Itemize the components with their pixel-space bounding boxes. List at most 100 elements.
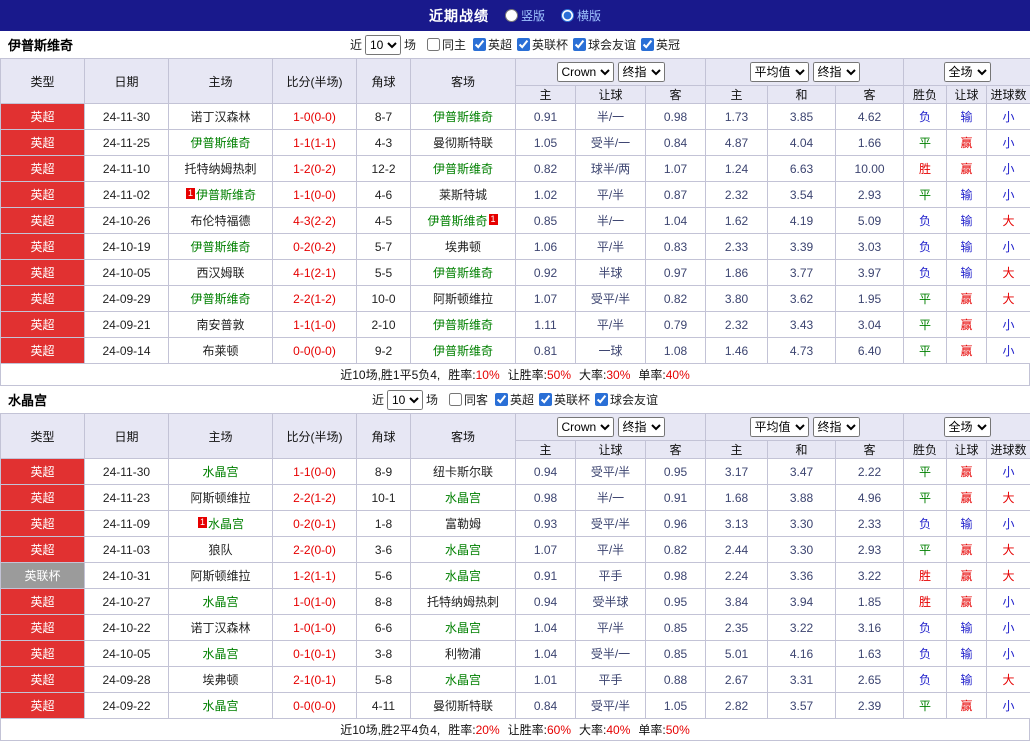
matches-table: 类型 日期 主场 比分(半场) 角球 客场 Crown 终指 平均值 终指 <box>0 413 1030 719</box>
avg-stage-select[interactable]: 终指 <box>813 62 860 82</box>
home-team-name: 阿斯顿维拉 <box>190 491 250 505</box>
league-filter-checkbox[interactable] <box>495 393 508 406</box>
match-row: 英超24-11-10托特纳姆热刺1-2(0-2)12-2伊普斯维奇0.82球半/… <box>1 156 1030 182</box>
odds-handicap: 受半球 <box>576 589 646 615</box>
result-outcome: 负 <box>904 511 947 537</box>
red-card-badge: 1 <box>186 188 195 199</box>
summary-stat-label: 单率: <box>638 368 665 382</box>
avg-stage-select[interactable]: 终指 <box>813 417 860 437</box>
result-outcome: 平 <box>904 537 947 563</box>
home-team-name: 水晶宫 <box>202 699 238 713</box>
score: 2-2(1-2) <box>273 485 357 511</box>
odds-home: 0.91 <box>516 104 576 130</box>
odds-away: 0.98 <box>646 563 706 589</box>
corner-count: 4-11 <box>357 693 411 719</box>
summary-row: 近10场,胜1平5负4, 胜率:10%让胜率:50%大率:30%单率:40% <box>0 364 1030 386</box>
score: 1-1(0-0) <box>273 459 357 485</box>
home-team-cell: 阿斯顿维拉 <box>169 485 273 511</box>
score: 4-1(2-1) <box>273 260 357 286</box>
corner-count: 12-2 <box>357 156 411 182</box>
summary-stat-label: 单率: <box>638 723 665 737</box>
result-goals: 大 <box>987 286 1030 312</box>
match-date: 24-11-23 <box>85 485 169 511</box>
league-filter[interactable]: 球会友谊 <box>595 391 658 408</box>
odds-handicap: 平手 <box>576 667 646 693</box>
same-venue-filter[interactable]: 同客 <box>449 391 488 408</box>
league-filter[interactable]: 英联杯 <box>517 36 568 53</box>
league-filter-checkbox[interactable] <box>517 38 530 51</box>
avg-draw: 3.77 <box>768 260 836 286</box>
team-name: 伊普斯维奇 <box>8 35 73 54</box>
same-venue-filter[interactable]: 同主 <box>427 36 466 53</box>
subcol-handicap-result: 让球 <box>947 441 987 459</box>
avg-home: 1.46 <box>706 338 768 364</box>
avg-draw: 4.04 <box>768 130 836 156</box>
avg-away: 4.62 <box>836 104 904 130</box>
bookmaker-select[interactable]: Crown <box>557 62 614 82</box>
same-venue-checkbox[interactable] <box>449 393 462 406</box>
summary-row: 近10场,胜2平4负4, 胜率:20%让胜率:60%大率:40%单率:50% <box>0 719 1030 741</box>
away-team-name: 伊普斯维奇 <box>433 344 493 358</box>
league-filter[interactable]: 英联杯 <box>539 391 590 408</box>
result-outcome: 负 <box>904 615 947 641</box>
odds-stage-select[interactable]: 终指 <box>618 62 665 82</box>
league-filter[interactable]: 英冠 <box>641 36 680 53</box>
corner-count: 6-6 <box>357 615 411 641</box>
avg-away: 3.22 <box>836 563 904 589</box>
odds-handicap: 平/半 <box>576 234 646 260</box>
league-badge: 英超 <box>1 104 85 130</box>
match-count-select[interactable]: 10 <box>365 35 401 55</box>
away-team-cell: 伊普斯维奇1 <box>411 208 516 234</box>
layout-radio-horizontal[interactable]: 横版 <box>561 7 601 24</box>
league-filter[interactable]: 球会友谊 <box>573 36 636 53</box>
odds-handicap: 受半/一 <box>576 130 646 156</box>
league-filter-checkbox[interactable] <box>473 38 486 51</box>
match-row: 英超24-10-05西汉姆联4-1(2-1)5-5伊普斯维奇0.92半球0.97… <box>1 260 1030 286</box>
layout-radio-vertical-input[interactable] <box>505 9 518 22</box>
odds-home: 1.05 <box>516 130 576 156</box>
away-team-name: 托特纳姆热刺 <box>427 595 499 609</box>
match-date: 24-11-09 <box>85 511 169 537</box>
page-title: 近期战绩 <box>429 6 489 26</box>
score: 0-2(0-2) <box>273 234 357 260</box>
result-goals: 小 <box>987 182 1030 208</box>
result-goals: 小 <box>987 511 1030 537</box>
layout-radio-vertical[interactable]: 竖版 <box>505 7 545 24</box>
scope-select[interactable]: 全场 <box>944 62 991 82</box>
league-filter-checkbox[interactable] <box>595 393 608 406</box>
home-team-name: 水晶宫 <box>202 647 238 661</box>
summary-stat-label: 胜率: <box>448 723 475 737</box>
bookmaker-select[interactable]: Crown <box>557 417 614 437</box>
subcol-crow-home: 主 <box>516 441 576 459</box>
avg-draw: 3.47 <box>768 459 836 485</box>
match-date: 24-11-25 <box>85 130 169 156</box>
away-team-name: 利物浦 <box>445 647 481 661</box>
avg-home: 2.24 <box>706 563 768 589</box>
result-outcome: 负 <box>904 667 947 693</box>
home-team-cell: 西汉姆联 <box>169 260 273 286</box>
avg-draw: 3.94 <box>768 589 836 615</box>
fulltime-group: 全场 <box>904 414 1030 441</box>
scope-select[interactable]: 全场 <box>944 417 991 437</box>
avg-home: 1.86 <box>706 260 768 286</box>
avg-home: 3.17 <box>706 459 768 485</box>
match-row: 英超24-11-25伊普斯维奇1-1(1-1)4-3曼彻斯特联1.05受半/一0… <box>1 130 1030 156</box>
avg-away: 2.33 <box>836 511 904 537</box>
same-venue-checkbox[interactable] <box>427 38 440 51</box>
away-team-cell: 纽卡斯尔联 <box>411 459 516 485</box>
layout-radio-horizontal-input[interactable] <box>561 9 574 22</box>
avg-home: 2.44 <box>706 537 768 563</box>
league-filter-checkbox[interactable] <box>539 393 552 406</box>
league-filter[interactable]: 英超 <box>473 36 512 53</box>
average-select[interactable]: 平均值 <box>750 62 809 82</box>
summary-stat-value: 10% <box>476 368 500 382</box>
odds-home: 1.07 <box>516 286 576 312</box>
league-filter-checkbox[interactable] <box>573 38 586 51</box>
same-venue-label: 同客 <box>464 391 488 408</box>
league-filter[interactable]: 英超 <box>495 391 534 408</box>
average-select[interactable]: 平均值 <box>750 417 809 437</box>
match-count-select[interactable]: 10 <box>387 390 423 410</box>
league-filter-checkbox[interactable] <box>641 38 654 51</box>
league-badge: 英超 <box>1 641 85 667</box>
odds-stage-select[interactable]: 终指 <box>618 417 665 437</box>
